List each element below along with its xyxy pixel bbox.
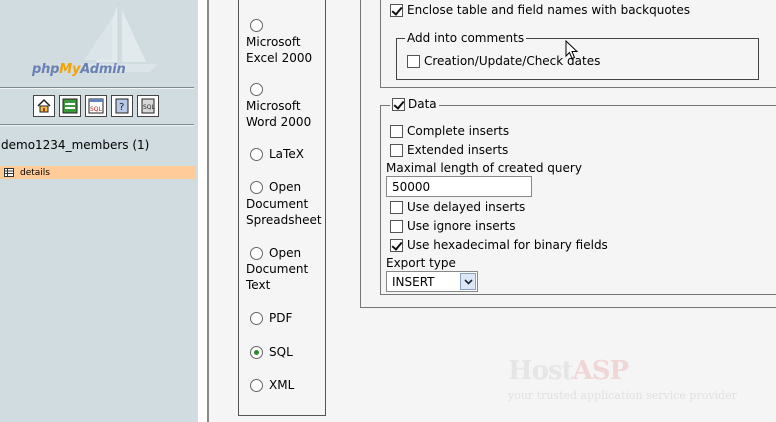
svg-text:SQL: SQL	[90, 106, 103, 113]
hex-binary-option[interactable]: Use hexadecimal for binary fields	[390, 238, 608, 252]
backquotes-label: Enclose table and field names with backq…	[407, 3, 691, 17]
max-length-label: Maximal length of created query	[386, 161, 582, 175]
radio-button-selected[interactable]	[250, 345, 263, 359]
logo-text-my: My	[59, 62, 81, 77]
sql-icon: SQL	[88, 98, 104, 114]
ignore-inserts-label: Use ignore inserts	[407, 219, 516, 233]
ignore-inserts-option[interactable]: Use ignore inserts	[390, 219, 515, 233]
home-icon	[37, 98, 51, 113]
radio-button[interactable]	[250, 19, 263, 32]
complete-inserts-label: Complete inserts	[407, 124, 510, 138]
data-legend[interactable]: Data	[390, 97, 439, 111]
format-option-sql[interactable]: SQL	[250, 344, 293, 360]
radio-button[interactable]	[250, 83, 263, 96]
complete-inserts-checkbox[interactable]	[390, 124, 403, 138]
hex-binary-checkbox[interactable]	[390, 238, 403, 252]
frame-gap	[198, 0, 207, 422]
documentation-button[interactable]: SQL	[137, 95, 159, 117]
home-button[interactable]	[33, 95, 55, 117]
nav-divider	[0, 124, 194, 126]
mouse-cursor-icon	[565, 40, 579, 60]
svg-text:SQL: SQL	[143, 104, 156, 111]
format-option-latex[interactable]: LaTeX	[250, 146, 304, 162]
hostasp-watermark: HostASP your trusted application service…	[508, 356, 737, 410]
hex-binary-label: Use hexadecimal for binary fields	[407, 238, 608, 252]
watermark-tagline: your trusted application service provide…	[508, 389, 737, 402]
backquotes-option[interactable]: Enclose table and field names with backq…	[390, 3, 690, 17]
help-button[interactable]: ?	[111, 95, 133, 117]
radio-button[interactable]	[250, 378, 263, 392]
export-type-value: INSERT	[392, 274, 435, 289]
query-window-icon	[62, 98, 78, 114]
nav-toolbar: SQL ? SQL	[33, 95, 159, 119]
dropdown-arrow[interactable]	[460, 273, 476, 290]
max-length-input[interactable]	[386, 176, 532, 197]
format-label-word: Microsoft Word 2000	[246, 99, 312, 129]
nav-divider	[0, 87, 194, 89]
table-link-details[interactable]: details	[0, 166, 196, 179]
query-window-button[interactable]	[59, 95, 81, 117]
creation-dates-checkbox[interactable]	[407, 54, 420, 68]
radio-button[interactable]	[250, 247, 263, 260]
extended-inserts-label: Extended inserts	[407, 143, 509, 157]
format-option-xml[interactable]: XML	[250, 377, 294, 393]
delayed-inserts-checkbox[interactable]	[390, 200, 403, 214]
backquotes-checkbox[interactable]	[390, 3, 403, 17]
delayed-inserts-label: Use delayed inserts	[407, 200, 526, 214]
format-label-odt: Document Text	[246, 262, 309, 292]
phpmyadmin-logo[interactable]: phpMyAdmin	[0, 0, 198, 86]
format-label-excel: Microsoft Excel 2000	[246, 35, 313, 65]
table-name: details	[20, 167, 50, 178]
format-option-pdf[interactable]: PDF	[250, 310, 292, 326]
extended-inserts-checkbox[interactable]	[390, 143, 403, 157]
radio-button[interactable]	[250, 181, 263, 194]
ignore-inserts-checkbox[interactable]	[390, 219, 403, 233]
documentation-icon: SQL	[141, 98, 156, 114]
format-label-ods: Document Spreadsheet	[246, 197, 322, 227]
sql-button[interactable]: SQL	[85, 95, 107, 117]
chevron-down-icon	[463, 278, 473, 285]
radio-button[interactable]	[250, 147, 263, 161]
export-type-select[interactable]: INSERT	[386, 271, 478, 292]
navigation-frame: phpMyAdmin SQL ? SQL demo1234_members (1…	[0, 0, 198, 422]
svg-text:?: ?	[119, 102, 124, 113]
export-type-label: Export type	[386, 256, 456, 270]
watermark-brand: HostASP	[508, 356, 629, 386]
data-checkbox[interactable]	[392, 97, 405, 111]
export-page: Microsoft Excel 2000 Microsoft Word 2000 L…	[209, 0, 776, 422]
logo-text-admin: Admin	[80, 62, 126, 77]
logo-text-php: php	[32, 62, 60, 77]
format-option-ods[interactable]: Open	[250, 179, 301, 195]
database-link[interactable]: demo1234_members (1)	[1, 138, 149, 152]
logo-text: phpMyAdmin	[32, 62, 126, 77]
table-icon	[4, 168, 14, 177]
complete-inserts-option[interactable]: Complete inserts	[390, 124, 509, 138]
radio-button[interactable]	[250, 311, 263, 325]
help-icon: ?	[115, 98, 129, 114]
comments-legend: Add into comments	[405, 31, 527, 45]
format-option-odt[interactable]: Open	[250, 245, 301, 261]
extended-inserts-option[interactable]: Extended inserts	[390, 143, 508, 157]
delayed-inserts-option[interactable]: Use delayed inserts	[390, 200, 525, 214]
data-legend-label: Data	[408, 97, 437, 111]
